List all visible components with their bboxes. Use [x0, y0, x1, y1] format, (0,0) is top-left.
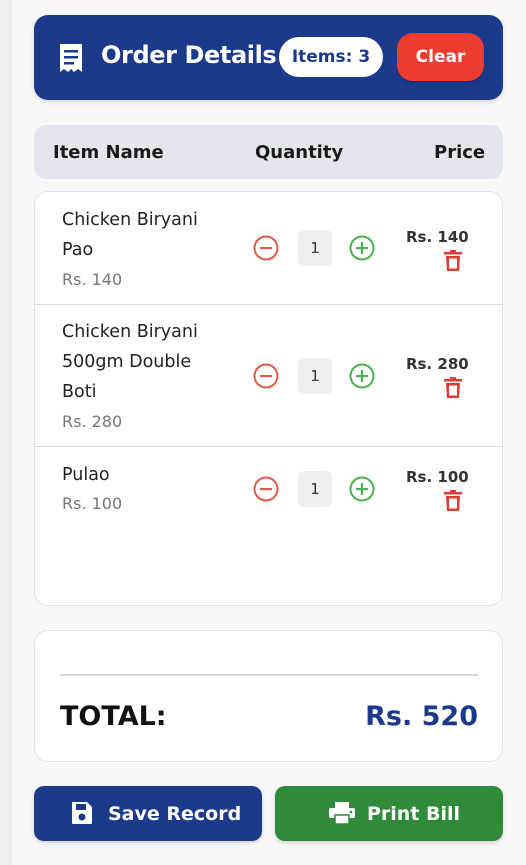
column-quantity: Quantity: [255, 142, 344, 163]
delete-icon[interactable]: [443, 250, 463, 272]
decrease-quantity-icon[interactable]: [253, 476, 279, 502]
total-divider: [60, 674, 478, 676]
save-icon: [72, 802, 92, 824]
save-record-button[interactable]: Save Record: [34, 786, 262, 841]
order-items-list: Chicken Biryani Pao Rs. 140 1 Rs. 140 Ch…: [34, 191, 503, 606]
table-header: Item Name Quantity Price: [34, 125, 503, 179]
clear-button[interactable]: Clear: [397, 33, 484, 81]
row-divider: [35, 304, 502, 305]
delete-icon[interactable]: [443, 490, 463, 512]
item-name: Chicken Biryani Pao: [62, 210, 198, 260]
increase-quantity-icon[interactable]: [349, 476, 375, 502]
item-price: Rs. 140: [406, 228, 469, 246]
receipt-icon: [60, 44, 82, 72]
increase-quantity-icon[interactable]: [349, 363, 375, 389]
order-details-header: Order Details Items: 3 Clear: [34, 15, 503, 100]
decrease-quantity-icon[interactable]: [253, 363, 279, 389]
item-name: Pulao: [62, 465, 110, 485]
item-unit-price: Rs. 280: [62, 412, 123, 431]
row-divider: [35, 446, 502, 447]
items-count-badge: Items: 3: [279, 37, 383, 77]
save-record-label: Save Record: [108, 803, 242, 825]
item-unit-price: Rs. 140: [62, 270, 123, 289]
item-price: Rs. 100: [406, 468, 469, 486]
quantity-value[interactable]: 1: [298, 471, 332, 507]
total-value: Rs. 520: [365, 701, 478, 732]
column-price: Price: [434, 142, 486, 163]
page-left-edge: [0, 0, 12, 865]
printer-icon: [329, 802, 355, 824]
column-item-name: Item Name: [53, 142, 164, 163]
item-name: Chicken Biryani 500gm Double Boti: [62, 322, 198, 402]
print-bill-label: Print Bill: [367, 803, 461, 825]
decrease-quantity-icon[interactable]: [253, 235, 279, 261]
page-title: Order Details: [101, 41, 277, 69]
total-summary: TOTAL: Rs. 520: [34, 630, 503, 762]
quantity-value[interactable]: 1: [298, 230, 332, 266]
quantity-value[interactable]: 1: [298, 358, 332, 394]
total-label: TOTAL:: [60, 701, 167, 732]
item-price: Rs. 280: [406, 355, 469, 373]
print-bill-button[interactable]: Print Bill: [275, 786, 503, 841]
item-unit-price: Rs. 100: [62, 494, 123, 513]
increase-quantity-icon[interactable]: [349, 235, 375, 261]
delete-icon[interactable]: [443, 377, 463, 399]
